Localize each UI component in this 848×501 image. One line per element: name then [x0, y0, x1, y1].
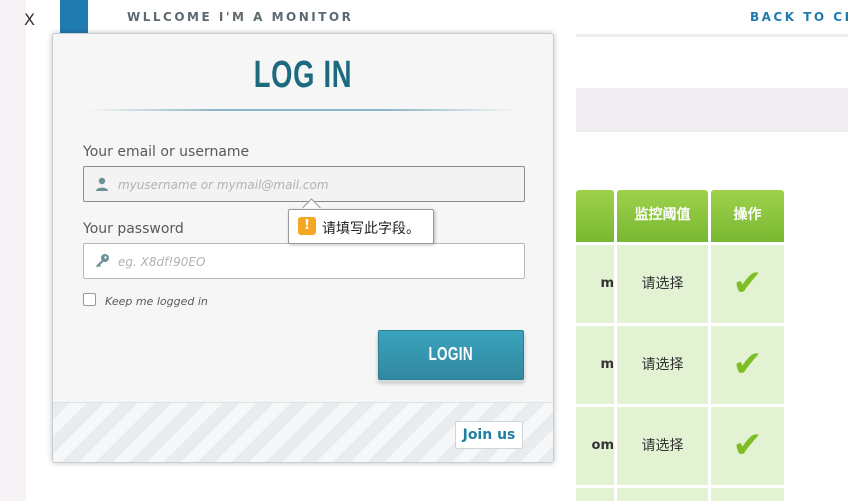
user-icon: [96, 177, 108, 191]
header-divider: [576, 34, 848, 37]
password-input[interactable]: [116, 244, 520, 280]
check-icon[interactable]: ✔: [711, 245, 784, 323]
back-link[interactable]: BACK TO CL: [750, 10, 848, 24]
validation-tooltip: ! 请填写此字段。: [288, 209, 434, 244]
table-header-threshold: 监控阈值: [617, 190, 708, 242]
table-row: [576, 488, 614, 501]
login-button-label: LOGIN: [428, 344, 474, 364]
close-icon[interactable]: X: [24, 10, 35, 29]
keep-logged-in-checkbox[interactable]: [83, 293, 96, 306]
table-header-hidden: [576, 190, 614, 242]
title-divider: [87, 109, 517, 111]
table-cell-email: m: [576, 245, 614, 323]
check-icon[interactable]: ✔: [711, 407, 784, 485]
login-button[interactable]: LOGIN: [378, 330, 524, 380]
password-field[interactable]: [83, 243, 525, 280]
brand-bar: [60, 0, 88, 34]
username-label: Your email or username: [83, 144, 250, 160]
check-icon[interactable]: ✔: [711, 326, 784, 404]
content-band: [576, 88, 848, 132]
username-input[interactable]: [116, 167, 520, 203]
table-cell-email: m: [576, 326, 614, 404]
welcome-text: WLLCOME I'M A MONITOR: [127, 10, 354, 24]
warning-icon: !: [298, 217, 316, 235]
username-field[interactable]: [83, 166, 525, 203]
password-label: Your password: [83, 221, 184, 237]
validation-message: 请填写此字段。: [322, 221, 420, 237]
threshold-select[interactable]: 请选择: [617, 407, 708, 485]
keep-logged-in-label[interactable]: Keep me logged in: [105, 295, 208, 308]
threshold-select[interactable]: 请选择: [617, 245, 708, 323]
table-row: [617, 488, 708, 501]
table-cell-email: om: [576, 407, 614, 485]
threshold-select[interactable]: 请选择: [617, 326, 708, 404]
table-header-action: 操作: [711, 190, 784, 242]
login-title: LOG IN: [253, 54, 353, 96]
key-icon: [96, 254, 109, 268]
login-modal: LOG IN Your email or username Your passw…: [52, 33, 554, 463]
join-us-button[interactable]: Join us: [455, 421, 523, 449]
table-row: [711, 488, 784, 501]
left-strip: [0, 0, 26, 501]
